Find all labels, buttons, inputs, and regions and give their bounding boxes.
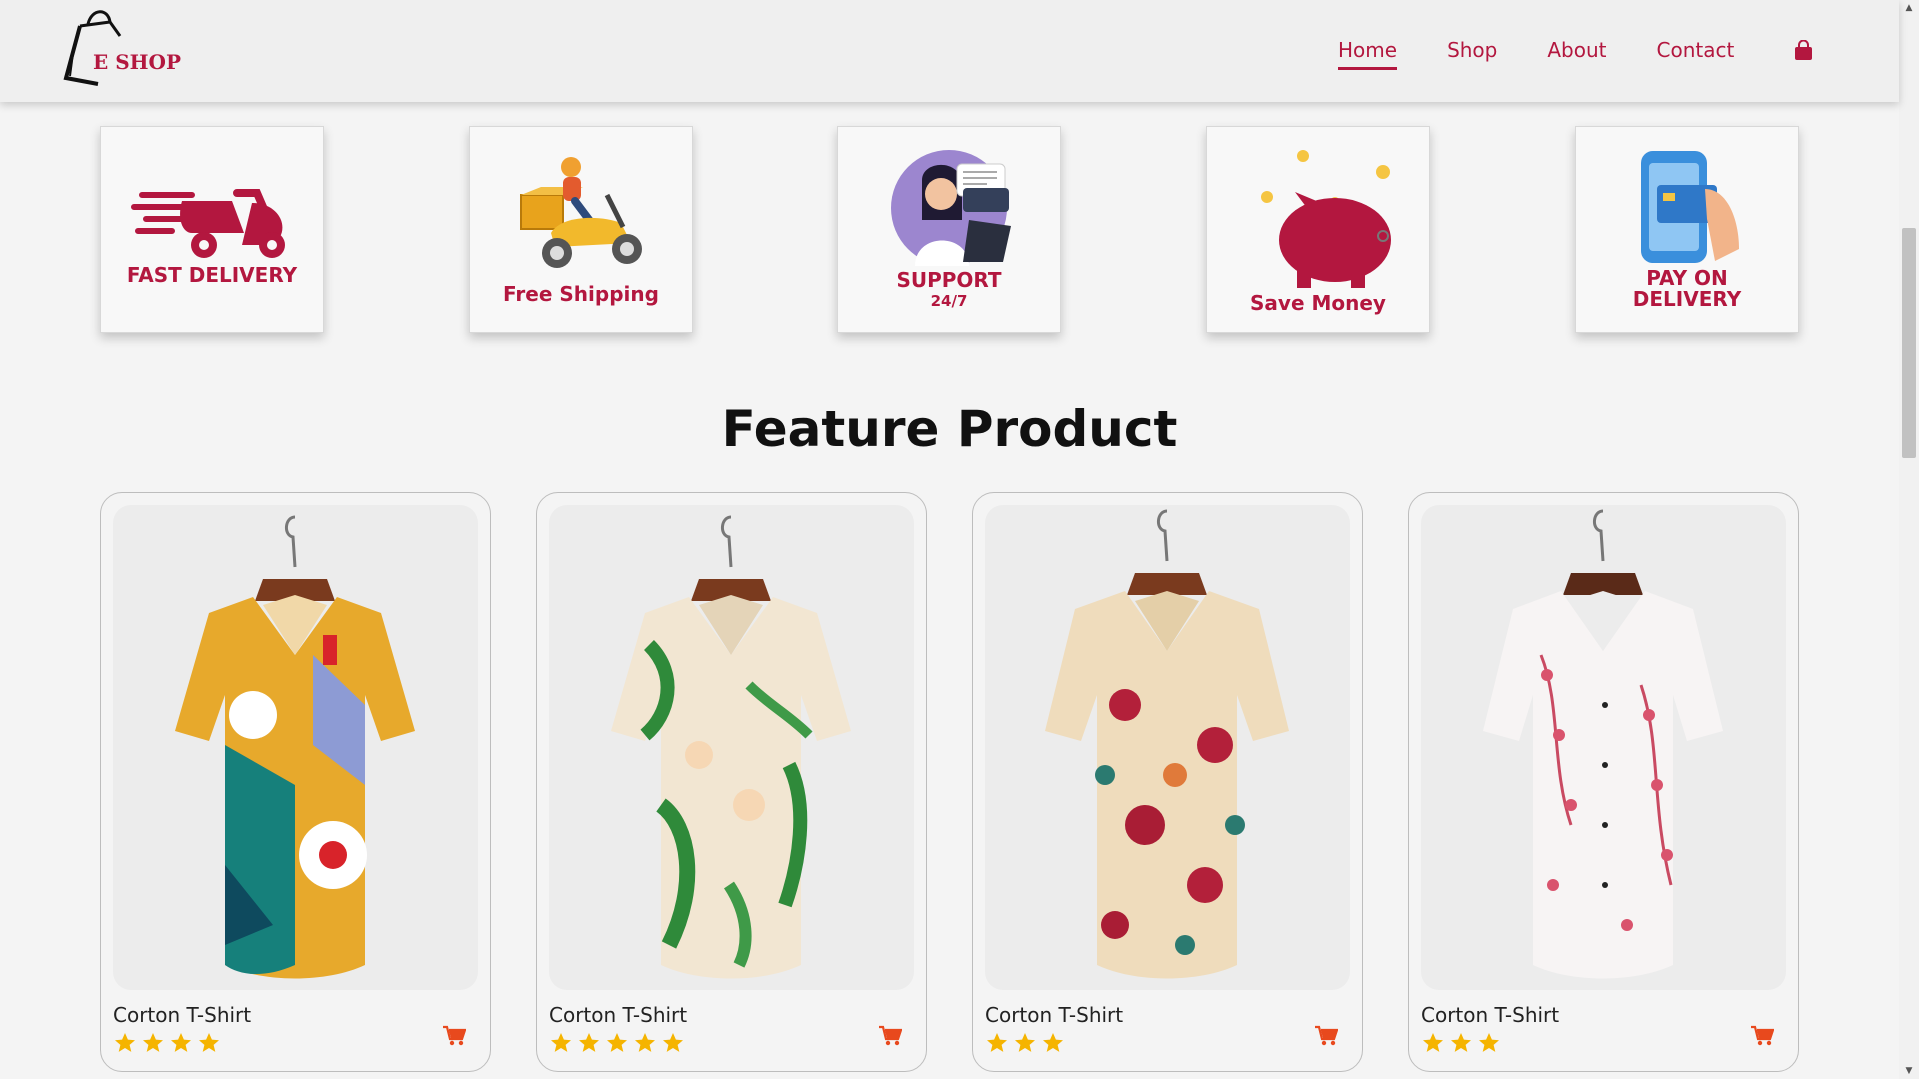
service-support: SUPPORT 24/7 [837,126,1061,333]
product-card[interactable]: Corton T-Shirt [1408,492,1799,1072]
logo-text: E SHOP [93,50,182,74]
service-free-shipping: Free Shipping [469,126,693,333]
product-card[interactable]: Corton T-Shirt [536,492,927,1072]
scrollbar-thumb[interactable] [1902,228,1916,458]
service-fast-delivery: FAST DELIVERY [100,126,324,333]
product-card[interactable]: Corton T-Shirt [972,492,1363,1072]
service-save-money: Save Money [1206,126,1430,333]
scroll-down-arrow-icon[interactable]: ▼ [1899,1063,1919,1079]
add-to-cart-icon[interactable] [1314,1025,1338,1047]
service-label: Save Money [1250,290,1386,315]
product-name[interactable]: Corton T-Shirt [1421,1003,1559,1027]
delivery-rider-icon [520,156,642,268]
service-pay-on-delivery: PAY ON DELIVERY [1575,126,1799,333]
product-rating [1421,1031,1505,1055]
piggy-bank-icon [1261,149,1391,288]
feature-product-title: Feature Product [721,400,1178,458]
support-agent-icon [890,149,1011,266]
nav-about-link[interactable]: About [1547,38,1606,62]
star-icon [1043,1033,1063,1052]
service-label: SUPPORT [896,267,1002,292]
leaf-print-shirt-image [611,515,851,979]
add-to-cart-icon[interactable] [1750,1025,1774,1047]
star-icon [115,1033,135,1052]
product-name[interactable]: Corton T-Shirt [549,1003,687,1027]
product-image[interactable] [113,505,478,990]
shopping-bag-logo-icon [63,10,122,86]
star-icon [1451,1033,1471,1052]
blossom-print-shirt-image [1483,509,1723,979]
main-nav: Home Shop About Contact [1338,38,1784,70]
nav-shop-link[interactable]: Shop [1447,38,1497,62]
service-sublabel: 24/7 [930,291,968,310]
star-icon [1479,1033,1499,1052]
product-rating [985,1031,1069,1055]
rose-print-shirt-image [1045,509,1289,979]
eshop-logo[interactable]: E SHOP [58,6,182,91]
star-icon [143,1033,163,1052]
scroll-up-arrow-icon[interactable]: ▲ [1899,0,1919,16]
abstract-print-shirt-image [175,515,415,979]
star-icon [663,1033,683,1052]
star-icon [1015,1033,1035,1052]
product-rating [549,1031,689,1055]
service-label: Free Shipping [503,281,659,306]
product-name[interactable]: Corton T-Shirt [113,1003,251,1027]
product-image[interactable] [1421,505,1786,990]
star-icon [635,1033,655,1052]
star-icon [579,1033,599,1052]
scooter-icon [131,189,285,258]
star-icon [607,1033,627,1052]
phone-payment-icon [1641,151,1739,263]
page-scrollbar[interactable]: ▲ ▼ [1899,0,1919,1079]
product-card[interactable]: Corton T-Shirt [100,492,491,1072]
star-icon [987,1033,1007,1052]
shopping-bag-icon[interactable] [1794,40,1813,61]
product-image[interactable] [549,505,914,990]
star-icon [1423,1033,1443,1052]
add-to-cart-icon[interactable] [878,1025,902,1047]
product-image[interactable] [985,505,1350,990]
product-rating [113,1031,225,1055]
star-icon [171,1033,191,1052]
service-label: FAST DELIVERY [126,263,298,287]
star-icon [199,1033,219,1052]
nav-home-link[interactable]: Home [1338,38,1398,70]
add-to-cart-icon[interactable] [442,1025,466,1047]
service-label: PAY ON DELIVERY [1632,266,1742,311]
product-name[interactable]: Corton T-Shirt [985,1003,1123,1027]
site-header: E SHOP Home Shop About Contact [0,0,1899,102]
nav-contact-link[interactable]: Contact [1657,38,1735,62]
star-icon [551,1033,571,1052]
